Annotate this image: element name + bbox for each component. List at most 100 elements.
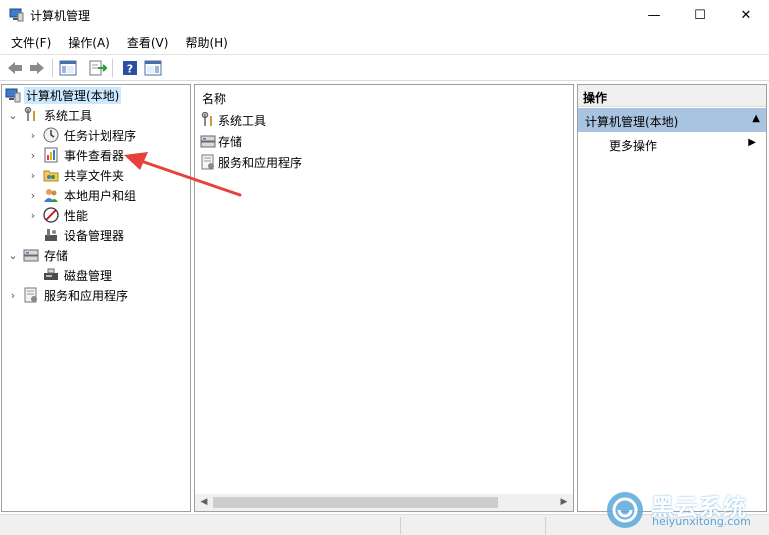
users-icon	[43, 187, 59, 203]
storage-icon	[23, 247, 39, 263]
collapse-up-icon[interactable]: ▲	[752, 113, 760, 124]
toolbar-divider	[52, 59, 53, 77]
close-button[interactable]: ✕	[723, 0, 769, 30]
tree-item-local-users-groups[interactable]: › 本地用户和组	[27, 185, 138, 205]
window-title: 计算机管理	[30, 9, 91, 23]
chevron-right-icon[interactable]: ›	[27, 149, 39, 162]
horizontal-scrollbar[interactable]: ◀ ▶	[195, 494, 573, 511]
help-icon: ?	[123, 61, 137, 76]
chevron-right-icon[interactable]: ›	[27, 189, 39, 202]
list-item-services-applications[interactable]: 服务和应用程序	[200, 152, 302, 172]
action-label: 更多操作	[609, 139, 658, 153]
show-hide-tree-icon	[59, 60, 77, 76]
back-button[interactable]	[5, 58, 25, 78]
shared-folder-icon	[43, 167, 59, 183]
forward-icon	[30, 62, 44, 74]
clock-icon	[43, 127, 59, 143]
show-hide-action-pane-button[interactable]	[143, 58, 163, 78]
close-icon: ✕	[740, 7, 752, 23]
watermark-logo	[607, 492, 643, 528]
actions-pane: 操作 计算机管理(本地) ▲ 更多操作 ▶	[577, 84, 767, 512]
actions-section-label: 计算机管理(本地)	[585, 115, 679, 129]
list-item-label: 服务和应用程序	[218, 155, 303, 170]
status-divider	[545, 517, 546, 534]
tree-item-label: 服务和应用程序	[44, 288, 129, 303]
tree-item-computer-management[interactable]: 计算机管理(本地)	[5, 85, 122, 105]
help-button[interactable]: ?	[120, 58, 140, 78]
tree-item-label: 系统工具	[44, 108, 93, 123]
tree-item-system-tools[interactable]: ⌄ 系统工具	[7, 105, 94, 125]
menu-bar: 文件(F) 操作(A) 查看(V) 帮助(H)	[0, 31, 769, 53]
computer-management-icon	[5, 87, 21, 103]
show-hide-action-pane-icon	[144, 60, 162, 76]
console-tree: 计算机管理(本地) ⌄ 系统工具 › 任务计划程序 › 事件查看器 › 共享文件…	[1, 84, 191, 512]
menu-view[interactable]: 查看(V)	[116, 31, 175, 53]
menu-action[interactable]: 操作(A)	[57, 31, 116, 53]
toolbar: ?	[0, 54, 769, 81]
list-item-storage[interactable]: 存储	[200, 131, 242, 151]
show-hide-tree-button[interactable]	[58, 58, 78, 78]
list-item-system-tools[interactable]: 系统工具	[200, 110, 266, 130]
disk-icon	[43, 267, 59, 283]
menu-file[interactable]: 文件(F)	[0, 31, 57, 53]
tree-item-label: 存储	[44, 248, 69, 263]
services-icon	[200, 154, 216, 170]
toolbar-divider	[112, 59, 113, 77]
tree-item-services-applications[interactable]: › 服务和应用程序	[7, 285, 130, 305]
tree-item-event-viewer[interactable]: › 事件查看器	[27, 145, 126, 165]
tree-item-shared-folders[interactable]: › 共享文件夹	[27, 165, 126, 185]
minimize-button[interactable]: —	[631, 0, 677, 30]
list-item-label: 存储	[218, 134, 243, 149]
scrollbar-thumb[interactable]	[213, 497, 498, 508]
services-icon	[23, 287, 39, 303]
menu-help[interactable]: 帮助(H)	[174, 31, 233, 53]
chevron-down-icon[interactable]: ⌄	[7, 249, 19, 262]
status-divider	[400, 517, 401, 534]
forward-button[interactable]	[27, 58, 47, 78]
tree-item-label: 性能	[64, 208, 89, 223]
tools-icon	[23, 107, 39, 123]
action-more-actions[interactable]: 更多操作 ▶	[578, 133, 766, 155]
tree-item-label: 磁盘管理	[64, 268, 113, 283]
export-list-button[interactable]	[88, 58, 108, 78]
actions-section-computer-management[interactable]: 计算机管理(本地) ▲	[578, 108, 766, 132]
chevron-right-icon[interactable]: ›	[27, 209, 39, 222]
tree-item-label: 事件查看器	[64, 148, 125, 163]
back-icon	[8, 62, 22, 74]
tree-item-storage[interactable]: ⌄ 存储	[7, 245, 70, 265]
scroll-right-icon[interactable]: ▶	[557, 496, 571, 509]
title-bar: 计算机管理 — ☐ ✕	[0, 0, 769, 30]
scroll-left-icon[interactable]: ◀	[197, 496, 211, 509]
chevron-down-icon[interactable]: ⌄	[7, 109, 19, 122]
column-header-name[interactable]: 名称	[195, 85, 573, 107]
minimize-icon: —	[647, 7, 661, 23]
actions-header: 操作	[578, 85, 766, 107]
tools-icon	[200, 112, 216, 128]
tree-item-label: 任务计划程序	[64, 128, 137, 143]
svg-text:?: ?	[127, 63, 133, 76]
tree-item-label: 设备管理器	[64, 228, 125, 243]
details-pane: 名称 系统工具 存储 服务和应用程序 ◀ ▶	[194, 84, 574, 512]
performance-icon	[43, 207, 59, 223]
list-item-label: 系统工具	[218, 113, 267, 128]
device-manager-icon	[43, 227, 59, 243]
tree-item-performance[interactable]: › 性能	[27, 205, 90, 225]
storage-icon	[200, 133, 216, 149]
chevron-right-icon[interactable]: ›	[27, 129, 39, 142]
chevron-right-icon[interactable]: ›	[7, 289, 19, 302]
tree-item-device-manager[interactable]: 设备管理器	[27, 225, 126, 245]
tree-item-label: 计算机管理(本地)	[24, 86, 122, 104]
tree-item-label: 本地用户和组	[64, 188, 137, 203]
tree-item-task-scheduler[interactable]: › 任务计划程序	[27, 125, 138, 145]
chevron-right-icon[interactable]: ›	[27, 169, 39, 182]
export-list-icon	[89, 60, 107, 76]
computer-management-icon	[9, 8, 24, 22]
tree-item-label: 共享文件夹	[64, 168, 125, 183]
maximize-button[interactable]: ☐	[677, 0, 723, 30]
event-viewer-icon	[43, 147, 59, 163]
submenu-arrow-icon: ▶	[748, 137, 756, 148]
watermark: 黑云系统 heiyunxitong.com	[605, 488, 765, 532]
maximize-icon: ☐	[694, 7, 706, 23]
tree-item-disk-management[interactable]: 磁盘管理	[27, 265, 114, 285]
watermark-url: heiyunxitong.com	[652, 515, 751, 528]
